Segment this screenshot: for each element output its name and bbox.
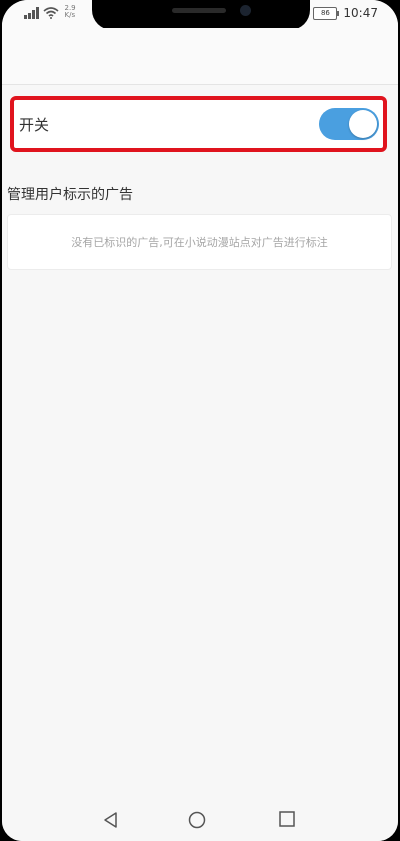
battery-icon: 86: [313, 6, 340, 20]
navigation-bar: [2, 800, 398, 841]
recent-apps-icon[interactable]: [279, 811, 295, 827]
toggle-switch[interactable]: [319, 108, 379, 140]
net-speed-unit: K/s: [64, 11, 76, 19]
status-left: 2.9 K/s: [24, 5, 83, 19]
screen: 2.9 K/s 86 10:47 开关 管理用户标示的广告 没有已标识的广告,可…: [2, 0, 398, 841]
notch: [92, 0, 310, 30]
front-camera: [240, 5, 251, 16]
home-icon[interactable]: [188, 811, 206, 829]
status-bar: 2.9 K/s 86 10:47: [2, 0, 398, 30]
battery-level: 86: [320, 8, 330, 17]
clock: 10:47: [343, 6, 378, 20]
section-title: 管理用户标示的广告: [7, 187, 133, 203]
phone-frame: 2.9 K/s 86 10:47 开关 管理用户标示的广告 没有已标识的广告,可…: [0, 0, 400, 841]
switch-row[interactable]: 开关: [10, 96, 387, 152]
net-speed: 2.9 K/s: [65, 5, 83, 19]
back-icon[interactable]: [102, 811, 120, 829]
header-area: [2, 28, 398, 85]
signal-icon: [24, 7, 39, 19]
switch-label: 开关: [19, 116, 50, 134]
speaker: [172, 8, 226, 13]
wifi-icon: [42, 7, 59, 19]
empty-state-message: 没有已标识的广告,可在小说动漫站点对广告进行标注: [71, 236, 328, 249]
empty-state-card: 没有已标识的广告,可在小说动漫站点对广告进行标注: [7, 214, 392, 270]
status-right: 86 10:47: [313, 6, 378, 20]
toggle-knob: [349, 110, 377, 138]
